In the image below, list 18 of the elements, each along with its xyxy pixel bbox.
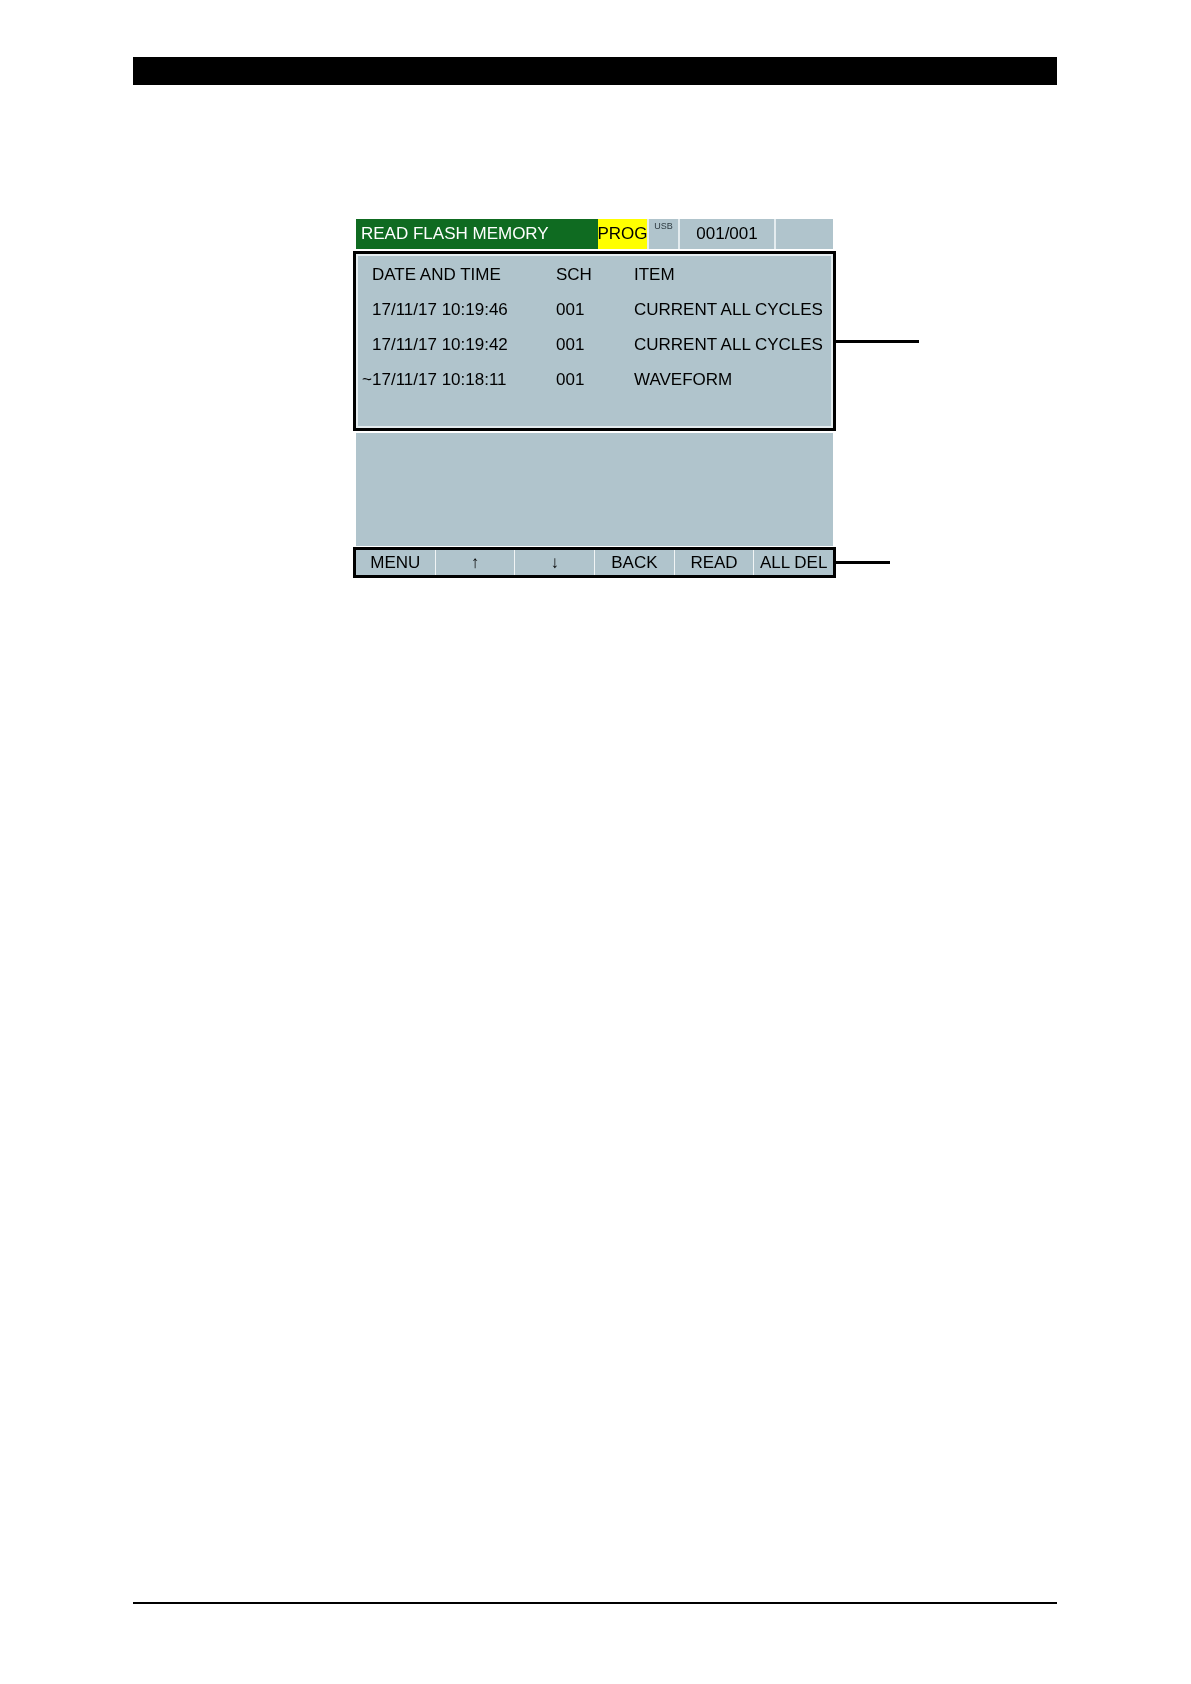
mode-badge: PROG	[598, 219, 647, 249]
date-time-cell: 17/11/17 10:19:42	[372, 334, 508, 355]
column-header: SCH	[556, 264, 592, 285]
sch-cell: 001	[556, 334, 585, 355]
item-cell: CURRENT ALL CYCLES	[634, 334, 823, 355]
page-counter: 001/001	[678, 219, 774, 249]
date-time-cell: 17/11/17 10:18:11	[372, 369, 507, 390]
sch-cell: 001	[556, 299, 585, 320]
date-time-cell: 17/11/17 10:19:46	[372, 299, 508, 320]
usb-indicator: USB	[647, 219, 678, 249]
sch-cell: 001	[556, 369, 585, 390]
screen-title: READ FLASH MEMORY	[356, 219, 598, 249]
item-cell: CURRENT ALL CYCLES	[634, 299, 823, 320]
column-header: ITEM	[634, 264, 675, 285]
blank-status-cell	[774, 219, 833, 249]
item-cell: WAVEFORM	[634, 369, 733, 390]
column-header: DATE AND TIME	[372, 264, 501, 285]
row-marker: ~	[362, 369, 372, 390]
